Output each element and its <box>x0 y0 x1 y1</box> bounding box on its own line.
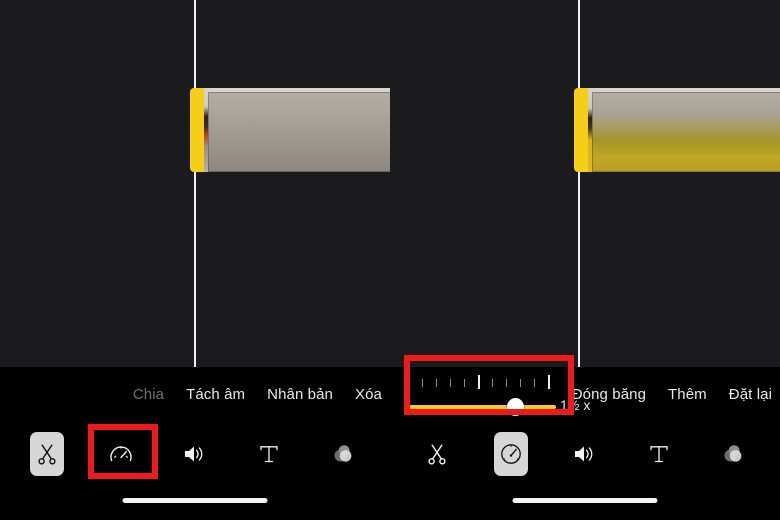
home-indicator <box>512 498 658 503</box>
video-clip[interactable] <box>574 88 780 172</box>
filters-button[interactable] <box>716 432 750 476</box>
toolbar-left: Chia Tách âm Nhân bản Xóa <box>0 367 390 520</box>
speedometer-icon <box>499 443 523 465</box>
clip-blur-overlay <box>592 92 780 172</box>
trim-handle-left-icon[interactable] <box>574 88 588 172</box>
text-icon <box>258 443 280 465</box>
home-indicator <box>122 498 268 503</box>
scissors-button[interactable] <box>420 432 454 476</box>
speed-slider-track[interactable] <box>408 405 556 409</box>
text-icon <box>648 443 670 465</box>
speed-slider-knob[interactable] <box>506 398 524 416</box>
speed-tick <box>408 375 410 389</box>
pane-left: Chia Tách âm Nhân bản Xóa <box>0 0 394 520</box>
volume-button[interactable] <box>178 432 212 476</box>
action-add[interactable]: Thêm <box>668 387 707 402</box>
speed-tick <box>478 375 480 389</box>
filters-button[interactable] <box>326 432 360 476</box>
action-duplicate[interactable]: Nhân bản <box>267 387 333 402</box>
speed-button[interactable] <box>104 432 138 476</box>
speed-tick <box>548 375 550 389</box>
timeline-left[interactable] <box>0 0 394 367</box>
video-clip[interactable] <box>190 88 394 172</box>
action-delete[interactable]: Xóa <box>355 387 382 402</box>
icon-row-left <box>0 423 390 485</box>
speed-tick <box>520 379 521 387</box>
text-button[interactable] <box>252 432 286 476</box>
speed-tick <box>450 379 451 387</box>
scissors-icon <box>37 443 57 465</box>
speed-tick <box>534 379 535 387</box>
speed-tick <box>492 379 493 387</box>
speed-button[interactable] <box>494 432 528 476</box>
icon-row-right <box>390 423 780 485</box>
trim-handle-left-icon[interactable] <box>190 88 204 172</box>
scissors-button[interactable] <box>30 432 64 476</box>
speed-ticks <box>408 375 556 389</box>
screenshot-root: Chia Tách âm Nhân bản Xóa Đóng băng Thêm… <box>0 0 780 520</box>
playhead <box>194 0 196 367</box>
speed-slider[interactable] <box>408 398 556 416</box>
speed-tick <box>464 379 465 387</box>
action-detach-audio[interactable]: Tách âm <box>186 387 245 402</box>
action-row-left: Chia Tách âm Nhân bản Xóa <box>0 367 390 421</box>
speed-tick <box>436 379 437 387</box>
speed-control: 1½ x <box>404 372 590 422</box>
pane-right: Đóng băng Thêm Đặt lại 1½ x <box>390 0 780 520</box>
filters-icon <box>721 443 745 465</box>
speaker-icon <box>183 443 207 465</box>
scissors-icon <box>427 443 447 465</box>
playhead <box>578 0 580 367</box>
speed-value-label: 1½ x <box>560 397 591 413</box>
toolbar-right: Đóng băng Thêm Đặt lại 1½ x <box>390 367 780 520</box>
text-button[interactable] <box>642 432 676 476</box>
action-reset[interactable]: Đặt lại <box>729 387 772 402</box>
clip-blur-overlay <box>208 92 394 172</box>
speaker-icon <box>573 443 597 465</box>
speed-tick <box>422 379 423 387</box>
speedometer-icon <box>109 443 133 465</box>
filters-icon <box>331 443 355 465</box>
timeline-right[interactable] <box>390 0 780 367</box>
action-split[interactable]: Chia <box>133 387 164 402</box>
volume-button[interactable] <box>568 432 602 476</box>
speed-tick <box>506 379 507 387</box>
